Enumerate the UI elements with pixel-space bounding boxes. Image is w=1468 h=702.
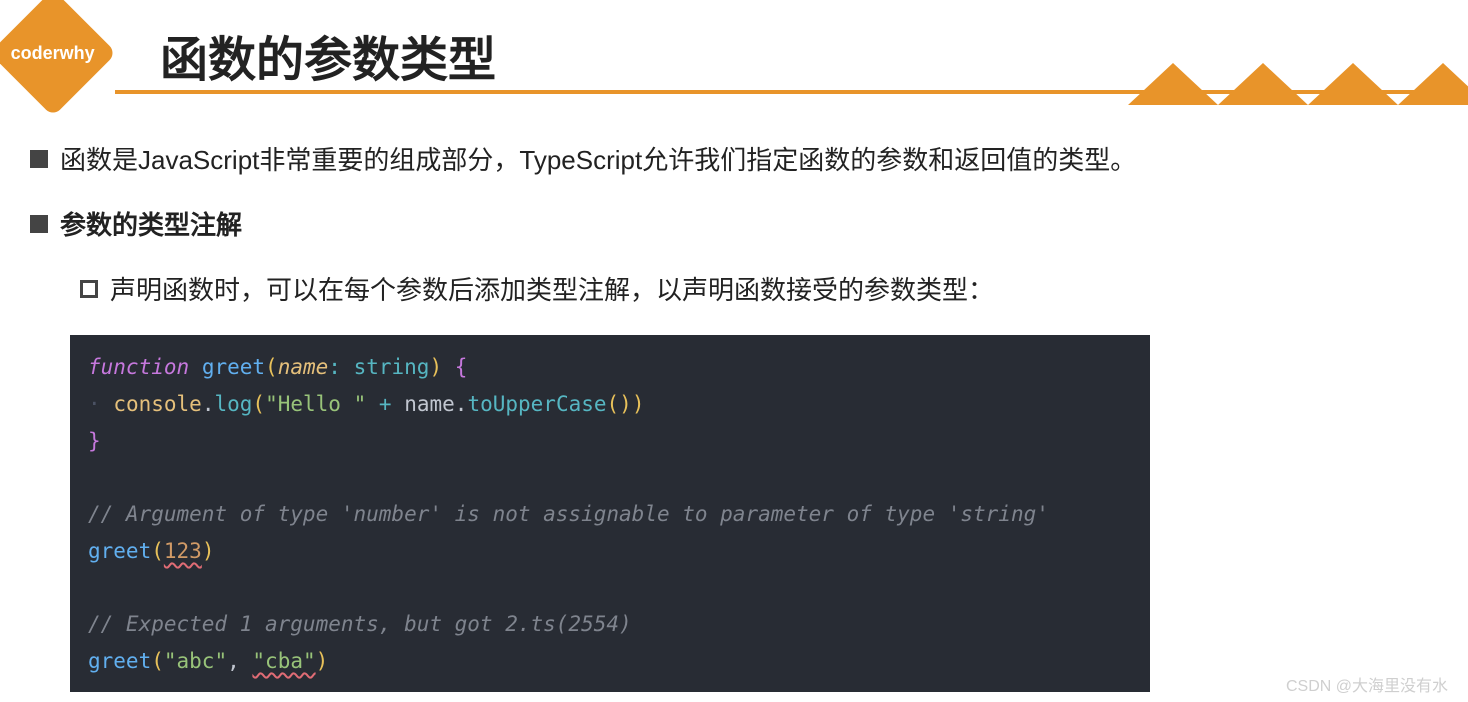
error-underline: "cba" [252,649,315,673]
bullet-line-2: 参数的类型注解 [30,205,1438,242]
watermark: CSDN @大海里没有水 [1286,672,1448,696]
code-line: greet("abc", "cba") [88,643,1132,680]
bullet-square-icon [30,150,48,168]
bullet-text: 函数是JavaScript非常重要的组成部分，TypeScript允许我们指定函… [60,140,1136,177]
code-line: // Expected 1 arguments, but got 2.ts(25… [88,606,1132,643]
zigzag-decoration [1128,55,1468,105]
code-line: · console.log("Hello " + name.toUpperCas… [88,386,1132,423]
logo-text: coderwhy [11,43,95,64]
code-line: // Argument of type 'number' is not assi… [88,496,1132,533]
bullet-text: 参数的类型注解 [60,205,242,242]
code-line [88,570,1132,607]
bullet-square-icon [30,215,48,233]
bullet-line-1: 函数是JavaScript非常重要的组成部分，TypeScript允许我们指定函… [30,140,1438,177]
slide-content: 函数是JavaScript非常重要的组成部分，TypeScript允许我们指定函… [0,100,1468,692]
code-line: } [88,423,1132,460]
logo-badge: coderwhy [0,0,117,117]
bullet-line-3: 声明函数时，可以在每个参数后添加类型注解，以声明函数接受的参数类型： [30,270,1438,307]
code-line [88,459,1132,496]
bullet-text: 声明函数时，可以在每个参数后添加类型注解，以声明函数接受的参数类型： [110,270,994,307]
slide-header: coderwhy 函数的参数类型 [0,0,1468,100]
code-line: greet(123) [88,533,1132,570]
code-block: function greet(name: string) { · console… [70,335,1150,692]
error-underline: 123 [164,539,202,563]
bullet-hollow-square-icon [80,280,98,298]
code-line: function greet(name: string) { [88,349,1132,386]
